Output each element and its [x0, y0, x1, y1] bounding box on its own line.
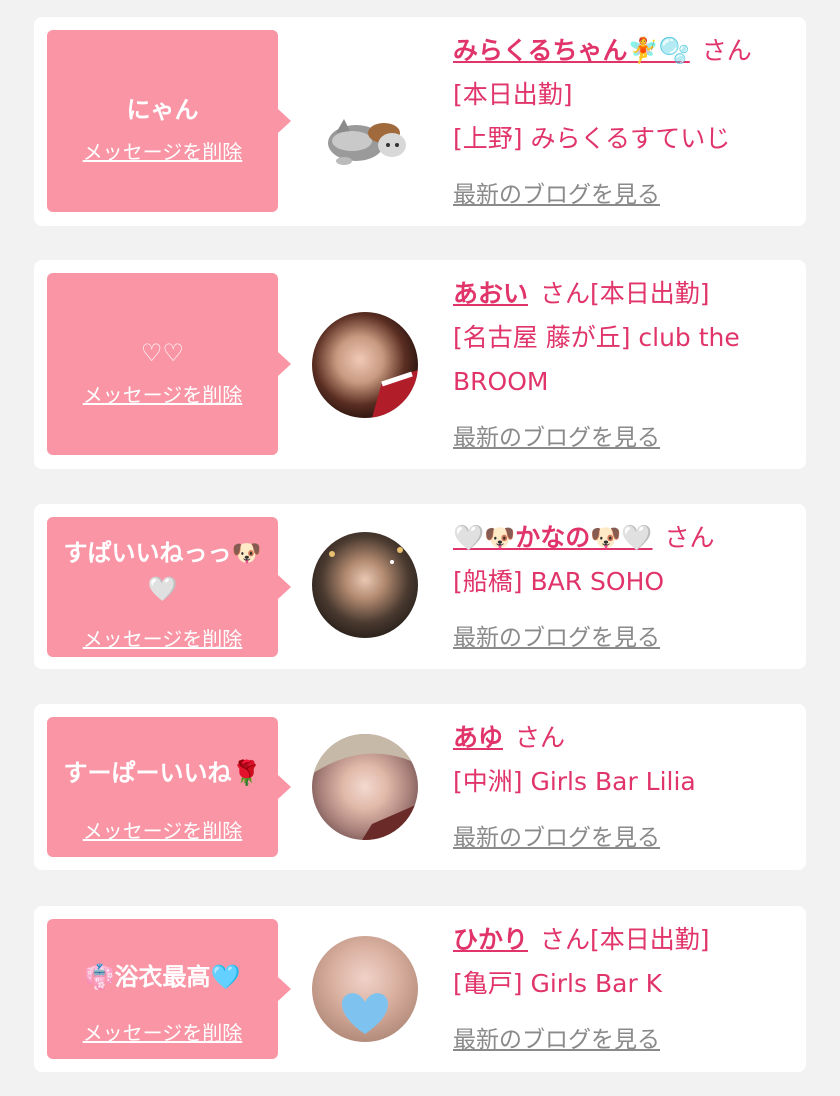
shop-name: [中洲] Girls Bar Lilia — [453, 767, 696, 796]
member-name-link[interactable]: 🤍🐶かなの🐶🤍 — [453, 523, 653, 552]
honorific-status: さん[本日出勤] — [540, 279, 710, 308]
latest-blog-link[interactable]: 最新のブログを見る — [453, 175, 660, 209]
delete-message-link[interactable]: メッセージを削除 — [47, 815, 278, 844]
message-text: すーぱーいいね🌹 — [63, 759, 262, 787]
profile-photo — [312, 734, 418, 840]
message-card: 👘浴衣最高🩵 メッセージを削除 ひかり さん[本日出勤] [亀戸] Girls B… — [34, 906, 806, 1072]
message-card: ♡♡ メッセージを削除 あおい さん[本日出勤] [名古屋 藤が丘] club t… — [34, 260, 806, 469]
shop-name: [上野] みらくるすていじ — [453, 124, 731, 153]
card-info: みらくるちゃん🧚🫧 さん[本日出勤] [上野] みらくるすていじ — [453, 29, 773, 161]
member-name-link[interactable]: ひかり — [453, 925, 528, 954]
delete-message-link[interactable]: メッセージを削除 — [47, 136, 278, 165]
profile-photo — [372, 370, 418, 418]
avatar[interactable] — [312, 312, 418, 418]
message-text: にゃん — [126, 96, 199, 124]
shop-name: [船橋] BAR SOHO — [453, 567, 665, 596]
honorific-status: さん — [515, 723, 566, 752]
message-bubble: すぱいいねっっ🐶🤍 メッセージを削除 — [47, 517, 291, 657]
avatar[interactable] — [312, 532, 418, 638]
message-bubble: にゃん メッセージを削除 — [47, 30, 291, 212]
avatar[interactable] — [314, 93, 420, 199]
latest-blog-link[interactable]: 最新のブログを見る — [453, 618, 660, 652]
message-bubble: すーぱーいいね🌹 メッセージを削除 — [47, 717, 291, 857]
latest-blog-link[interactable]: 最新のブログを見る — [453, 818, 660, 852]
shop-name: [亀戸] Girls Bar K — [453, 969, 663, 998]
message-card: すーぱーいいね🌹 メッセージを削除 あゆ さん [中洲] Girls Bar Li… — [34, 704, 806, 870]
message-text: すぱいいねっっ🐶🤍 — [63, 539, 262, 603]
delete-message-link[interactable]: メッセージを削除 — [47, 1017, 278, 1046]
message-text: 👘浴衣最高🩵 — [84, 963, 241, 991]
honorific-status: さん[本日出勤] — [540, 925, 710, 954]
card-info: 🤍🐶かなの🐶🤍 さん [船橋] BAR SOHO — [453, 516, 773, 604]
honorific-status: さん — [664, 523, 715, 552]
member-name-link[interactable]: みらくるちゃん🧚🫧 — [453, 36, 690, 65]
latest-blog-link[interactable]: 最新のブログを見る — [453, 1020, 660, 1054]
card-info: ひかり さん[本日出勤] [亀戸] Girls Bar K — [453, 918, 773, 1006]
message-card: にゃん メッセージを削除 みらくるちゃん🧚🫧 さん[本日出勤] [上野] みらくる… — [34, 17, 806, 226]
delete-message-link[interactable]: メッセージを削除 — [47, 379, 278, 408]
message-bubble: ♡♡ メッセージを削除 — [47, 273, 291, 455]
card-info: あおい さん[本日出勤] [名古屋 藤が丘] club the BROOM — [453, 272, 773, 404]
member-name-link[interactable]: あゆ — [453, 723, 503, 752]
avatar[interactable] — [312, 936, 418, 1042]
message-bubble: 👘浴衣最高🩵 メッセージを削除 — [47, 919, 291, 1059]
message-text: ♡♡ — [140, 339, 185, 367]
cat-icon — [328, 119, 406, 165]
avatar[interactable] — [312, 734, 418, 840]
latest-blog-link[interactable]: 最新のブログを見る — [453, 418, 660, 452]
shop-name: [名古屋 藤が丘] club the BROOM — [453, 323, 740, 396]
delete-message-link[interactable]: メッセージを削除 — [47, 623, 278, 652]
message-card: すぱいいねっっ🐶🤍 メッセージを削除 🤍🐶かなの🐶🤍 さん [船橋] BAR SO… — [34, 504, 806, 669]
card-info: あゆ さん [中洲] Girls Bar Lilia — [453, 716, 773, 804]
profile-photo — [329, 547, 403, 564]
member-name-link[interactable]: あおい — [453, 279, 528, 308]
profile-photo — [342, 993, 388, 1034]
